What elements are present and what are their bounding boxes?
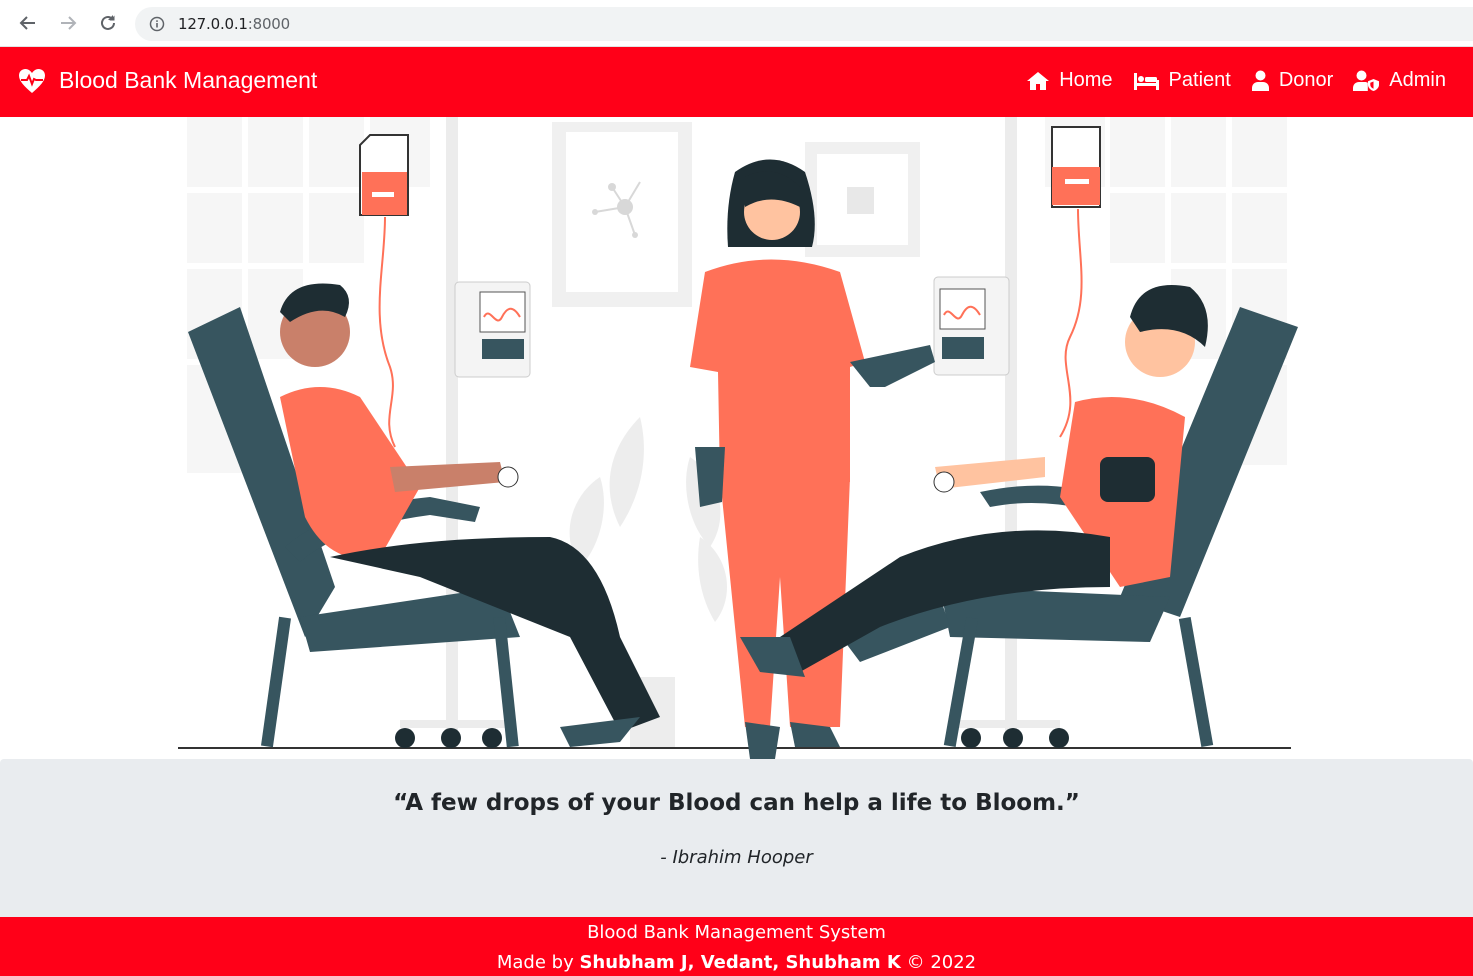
monitor-left bbox=[454, 281, 531, 378]
nav-home[interactable]: Home bbox=[1026, 69, 1113, 92]
reload-button[interactable] bbox=[95, 10, 121, 36]
bed-icon bbox=[1133, 72, 1159, 90]
blood-bag-left bbox=[359, 134, 409, 448]
nav-links: Home Patient Donor Admin bbox=[1006, 69, 1446, 92]
footer-copyright: © 2022 bbox=[906, 952, 977, 973]
blood-bag-right bbox=[1051, 126, 1101, 438]
nav-donor-label: Donor bbox=[1278, 69, 1334, 91]
nav-patient[interactable]: Patient bbox=[1133, 69, 1231, 92]
address-bar[interactable]: 127.0.0.1:8000 bbox=[135, 7, 1473, 41]
footer-made-by: Made by bbox=[496, 952, 574, 973]
back-button[interactable] bbox=[15, 10, 41, 36]
arrow-right-icon bbox=[61, 16, 77, 30]
nav-patient-label: Patient bbox=[1168, 69, 1231, 91]
nav-admin-label: Admin bbox=[1389, 69, 1446, 91]
quote-text: “A few drops of your Blood can help a li… bbox=[393, 790, 1080, 816]
footer-title: Blood Bank Management System bbox=[587, 922, 886, 943]
arrow-left-icon bbox=[19, 16, 35, 30]
heartbeat-icon bbox=[19, 68, 45, 93]
navbar: Blood Bank Management Home Patient Donor… bbox=[0, 47, 1473, 117]
hero-illustration bbox=[0, 117, 1473, 760]
reload-icon bbox=[101, 15, 115, 30]
nav-home-label: Home bbox=[1059, 69, 1113, 91]
nav-donor[interactable]: Donor bbox=[1251, 69, 1333, 92]
home-icon bbox=[1027, 71, 1050, 90]
footer: Blood Bank Management System Made by Shu… bbox=[0, 917, 1473, 976]
info-icon bbox=[149, 16, 165, 32]
quote-section: “A few drops of your Blood can help a li… bbox=[0, 759, 1473, 917]
forward-button[interactable] bbox=[55, 10, 81, 36]
url-text: 127.0.0.1:8000 bbox=[178, 15, 290, 33]
quote-author: - Ibrahim Hooper bbox=[660, 847, 813, 868]
brand-title: Blood Bank Management bbox=[59, 67, 318, 93]
brand[interactable]: Blood Bank Management bbox=[18, 67, 317, 94]
monitor-right bbox=[933, 276, 1010, 376]
user-icon bbox=[1251, 70, 1269, 91]
footer-authors: Shubham J, Vedant, Shubham K bbox=[579, 952, 901, 973]
user-shield-icon bbox=[1353, 70, 1380, 91]
stand-wheels bbox=[395, 728, 1069, 748]
footer-credits: Made by Shubham J, Vedant, Shubham K © 2… bbox=[0, 952, 1473, 973]
blood-donation-illustration bbox=[178, 117, 1298, 759]
nav-admin[interactable]: Admin bbox=[1353, 69, 1446, 92]
browser-toolbar: 127.0.0.1:8000 bbox=[0, 0, 1473, 47]
